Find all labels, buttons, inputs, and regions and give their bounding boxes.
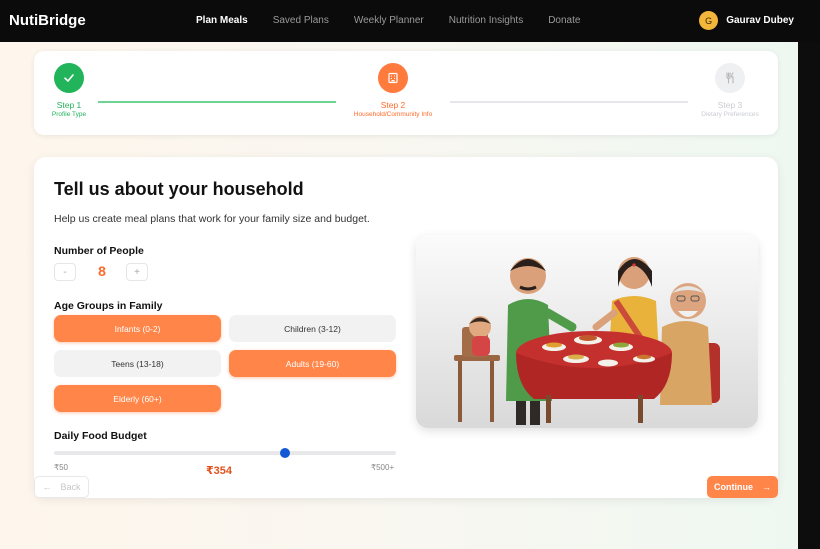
page-title: Tell us about your household (54, 179, 304, 199)
arrow-left-icon: ← (42, 482, 52, 492)
top-navbar: NutiBridge Plan Meals Saved Plans Weekly… (0, 0, 820, 42)
nav-nutrition-insights[interactable]: Nutrition Insights (449, 15, 523, 26)
nav-weekly-planner[interactable]: Weekly Planner (354, 15, 424, 26)
family-dinner-illustration (416, 235, 758, 428)
page-description: Help us create meal plans that work for … (54, 213, 370, 225)
brand-logo[interactable]: NutiBridge (9, 12, 86, 29)
step-3-subtitle: Dietary Preferences (701, 111, 759, 118)
building-icon (378, 63, 408, 93)
household-form-card: Tell us about your household Help us cre… (34, 157, 778, 498)
back-button[interactable]: ← Back (34, 476, 89, 498)
user-menu[interactable]: G Gaurav Dubey (699, 11, 794, 30)
age-chip-infants[interactable]: Infants (0-2) (54, 315, 221, 342)
nav-donate[interactable]: Donate (548, 15, 580, 26)
age-groups-label: Age Groups in Family (54, 300, 163, 312)
step-1-title: Step 1 (56, 100, 82, 110)
step-connector-1 (98, 101, 336, 103)
user-name: Gaurav Dubey (726, 15, 794, 26)
budget-min-label: ₹50 (54, 463, 68, 472)
check-icon (54, 63, 84, 93)
step-connector-2 (450, 101, 688, 103)
step-3: Step 3 Dietary Preferences (675, 63, 785, 118)
fork-knife-icon (715, 63, 745, 93)
budget-slider-thumb[interactable] (280, 448, 291, 458)
step-1: Step 1 Profile Type (14, 63, 124, 118)
nav-saved-plans[interactable]: Saved Plans (273, 15, 329, 26)
age-chip-children[interactable]: Children (3-12) (229, 315, 396, 342)
step-2: Step 2 Household/Community Info (338, 63, 448, 118)
decrement-button[interactable]: - (54, 263, 76, 281)
step-3-title: Step 3 (717, 100, 743, 110)
step-2-subtitle: Household/Community Info (353, 111, 433, 118)
continue-button-label: Continue (714, 482, 753, 492)
page-content: Step 1 Profile Type Step 2 Household/Com… (0, 42, 798, 549)
nav-links: Plan Meals Saved Plans Weekly Planner Nu… (196, 15, 605, 26)
step-2-title: Step 2 (380, 100, 406, 110)
arrow-right-icon: → (762, 482, 771, 492)
progress-stepper: Step 1 Profile Type Step 2 Household/Com… (34, 51, 778, 135)
step-1-subtitle: Profile Type (51, 111, 87, 118)
age-chip-adults[interactable]: Adults (19-60) (229, 350, 396, 377)
nav-plan-meals[interactable]: Plan Meals (196, 15, 248, 26)
budget-value: ₹354 (206, 465, 233, 477)
people-count: 8 (98, 263, 106, 279)
back-button-label: Back (60, 482, 81, 492)
scrollbar-gutter (798, 42, 820, 549)
increment-button[interactable]: + (126, 263, 148, 281)
continue-button[interactable]: Continue → (707, 476, 778, 498)
budget-label: Daily Food Budget (54, 430, 147, 442)
age-chip-teens[interactable]: Teens (13-18) (54, 350, 221, 377)
avatar: G (699, 11, 719, 30)
budget-max-label: ₹500+ (371, 463, 395, 472)
budget-slider-track[interactable] (54, 451, 396, 455)
people-label: Number of People (54, 245, 144, 257)
age-chip-elderly[interactable]: Elderly (60+) (54, 385, 221, 412)
